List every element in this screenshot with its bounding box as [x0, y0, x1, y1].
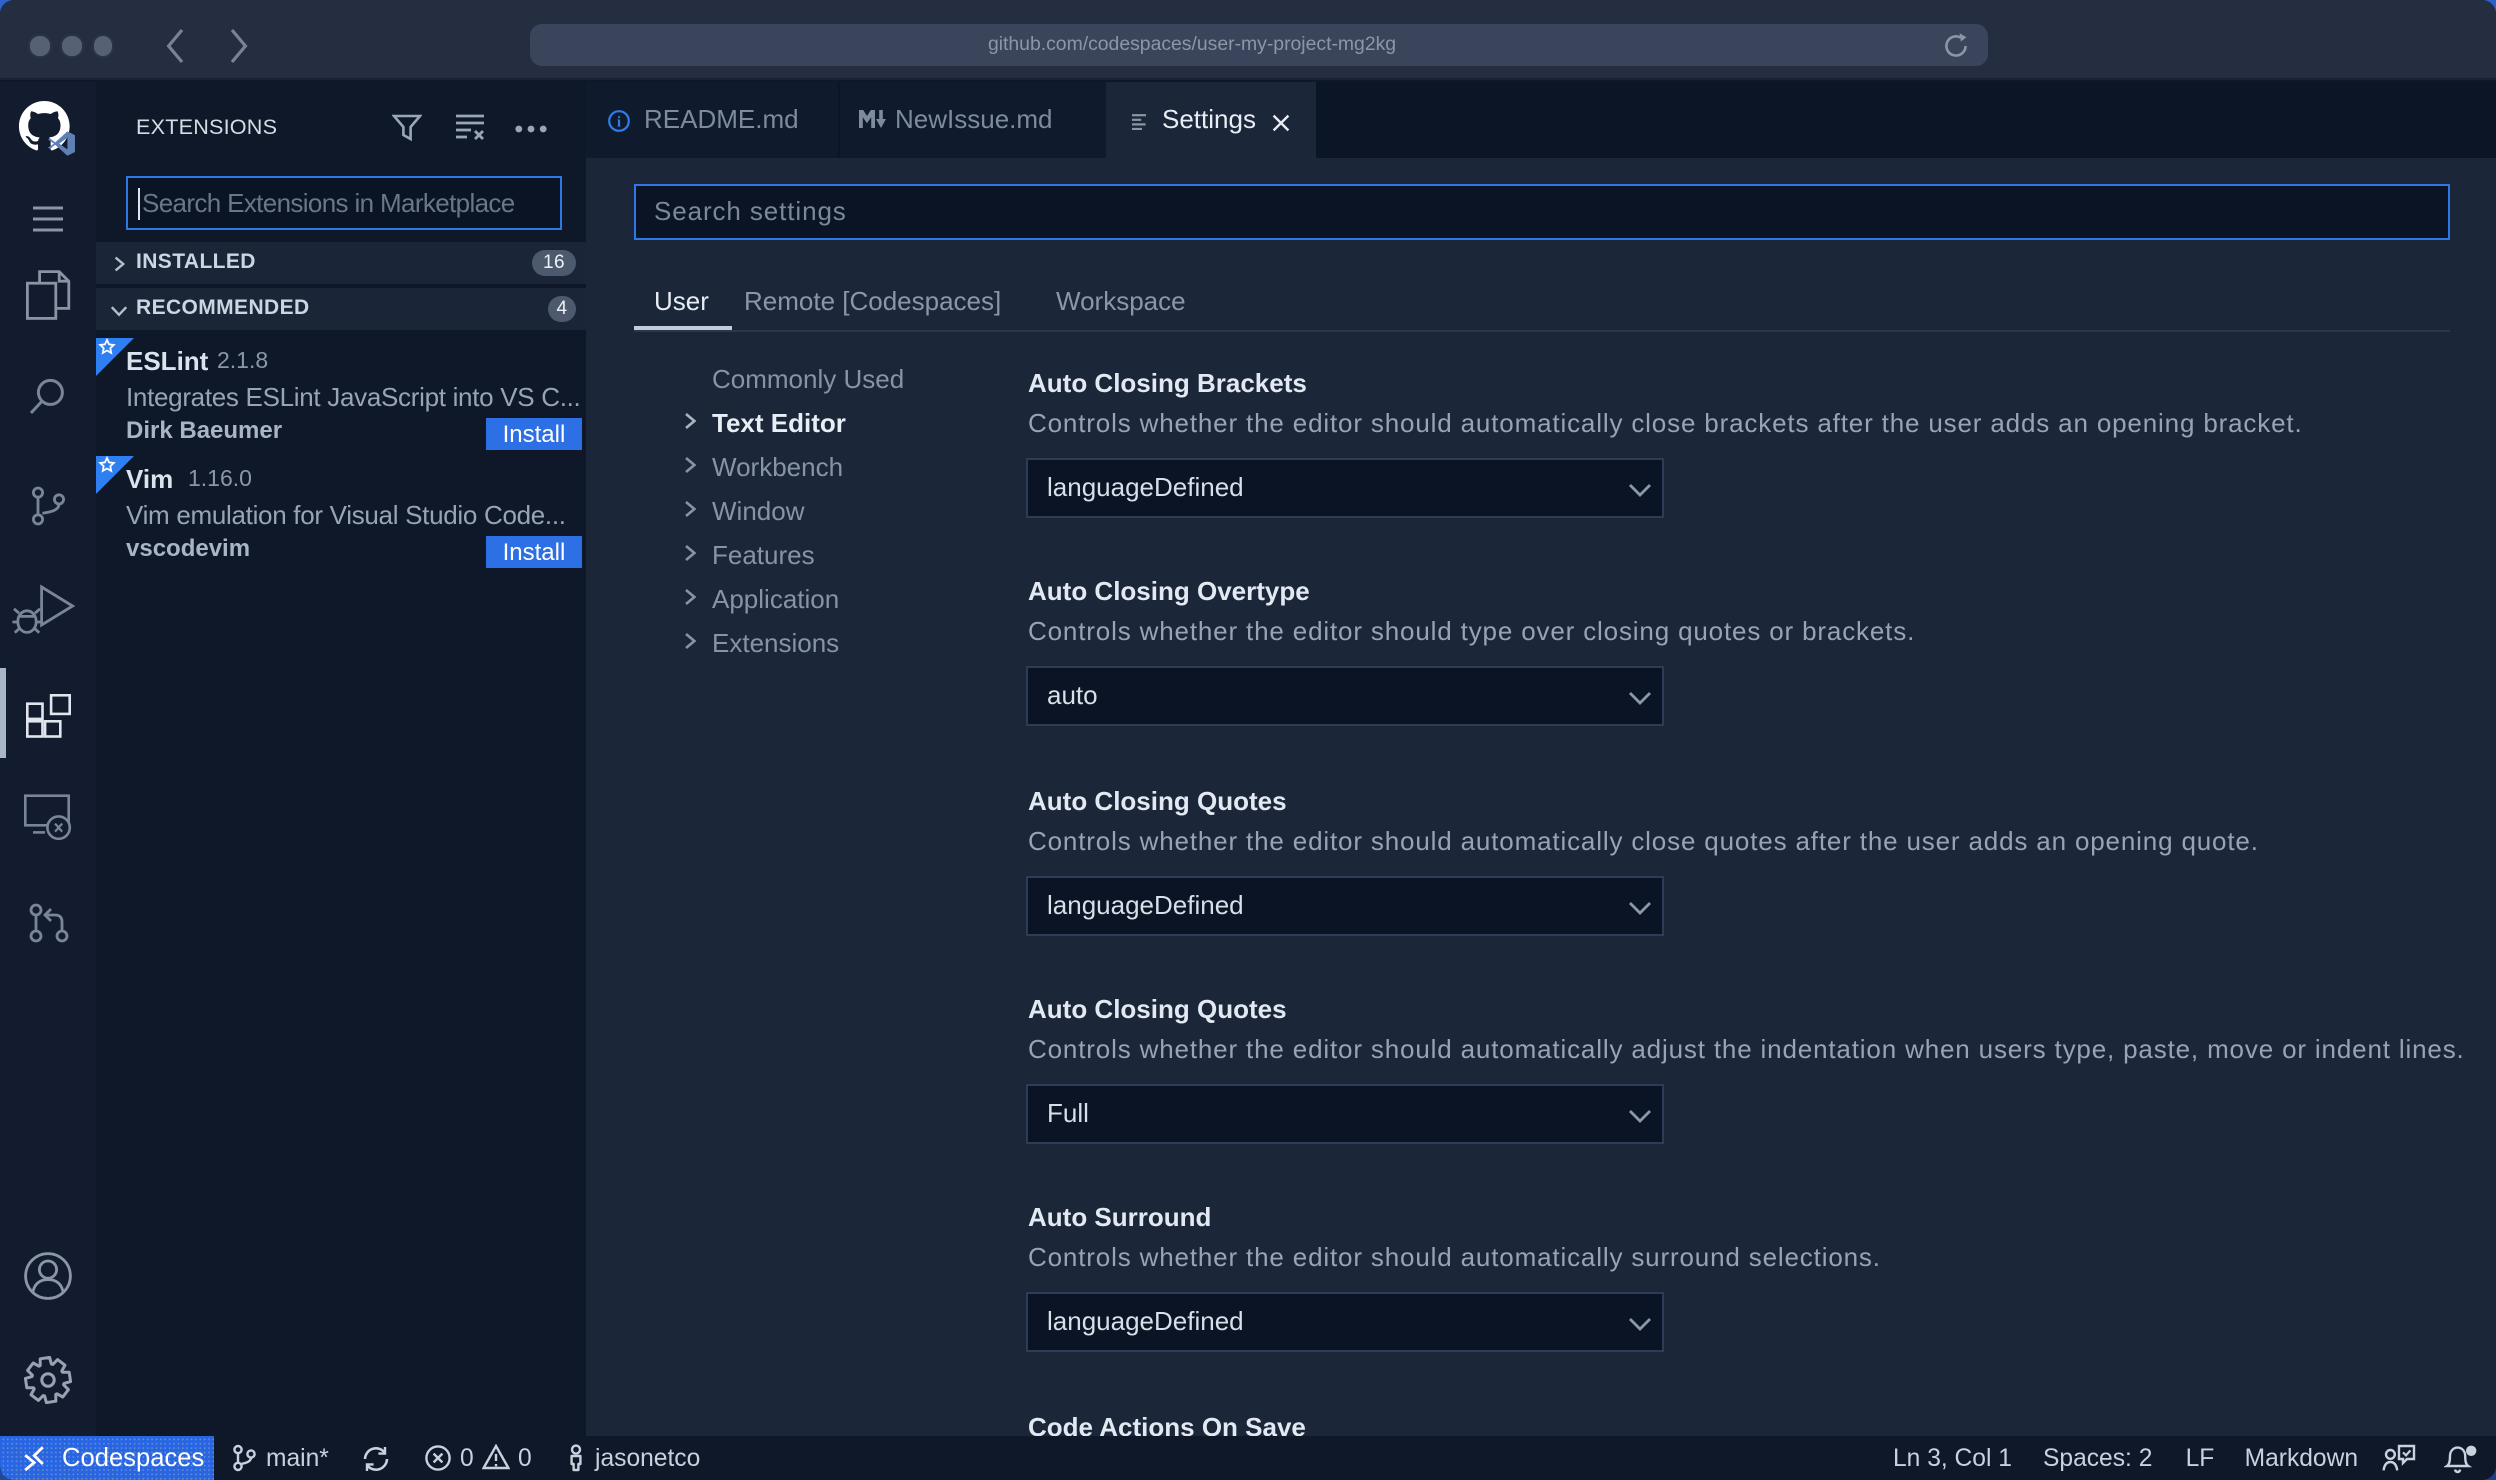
svg-text:i: i [617, 114, 621, 130]
